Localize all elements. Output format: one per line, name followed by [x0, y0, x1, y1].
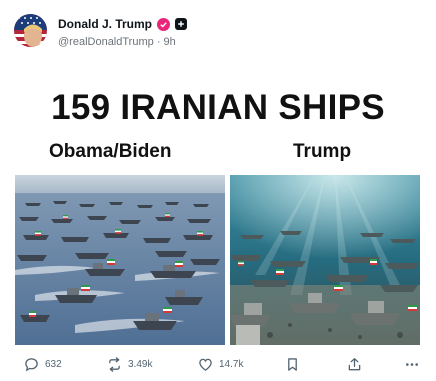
author-name[interactable]: Donald J. Trump: [58, 17, 152, 31]
repost-icon: [107, 357, 122, 372]
heart-icon: [198, 357, 213, 372]
share-icon: [347, 357, 362, 372]
separator-dot: ·: [156, 36, 161, 48]
post-headline: 159 IRANIAN SHIPS: [51, 88, 385, 127]
reply-action[interactable]: 632: [24, 357, 62, 372]
right-panel-label: Trump: [293, 141, 352, 162]
share-action[interactable]: [347, 357, 362, 372]
repost-count: 3.49k: [128, 359, 153, 370]
verified-badge-icon: [157, 17, 171, 31]
avatar[interactable]: [14, 14, 47, 47]
author-row: Donald J. Trump: [58, 17, 188, 31]
post-time[interactable]: 9h: [164, 36, 176, 48]
bookmark-action[interactable]: [286, 357, 299, 372]
action-bar: 632 3.49k 14.7k: [0, 357, 436, 377]
sunken-ships-image[interactable]: [230, 175, 420, 345]
post-header: Donald J. Trump @realDonaldTrump · 9h: [14, 12, 424, 52]
left-panel-label: Obama/Biden: [49, 141, 172, 162]
more-icon: [405, 357, 419, 372]
handle-row: @realDonaldTrump · 9h: [58, 36, 176, 48]
fleet-image[interactable]: [15, 175, 225, 345]
follow-plus-icon[interactable]: [175, 18, 188, 30]
reply-count: 632: [45, 359, 62, 370]
repost-action[interactable]: 3.49k: [107, 357, 152, 372]
author-handle[interactable]: @realDonaldTrump: [58, 36, 154, 48]
bookmark-icon: [286, 357, 299, 372]
comment-icon: [24, 357, 39, 372]
like-action[interactable]: 14.7k: [198, 357, 243, 372]
like-count: 14.7k: [219, 359, 244, 370]
more-action[interactable]: [405, 357, 419, 372]
